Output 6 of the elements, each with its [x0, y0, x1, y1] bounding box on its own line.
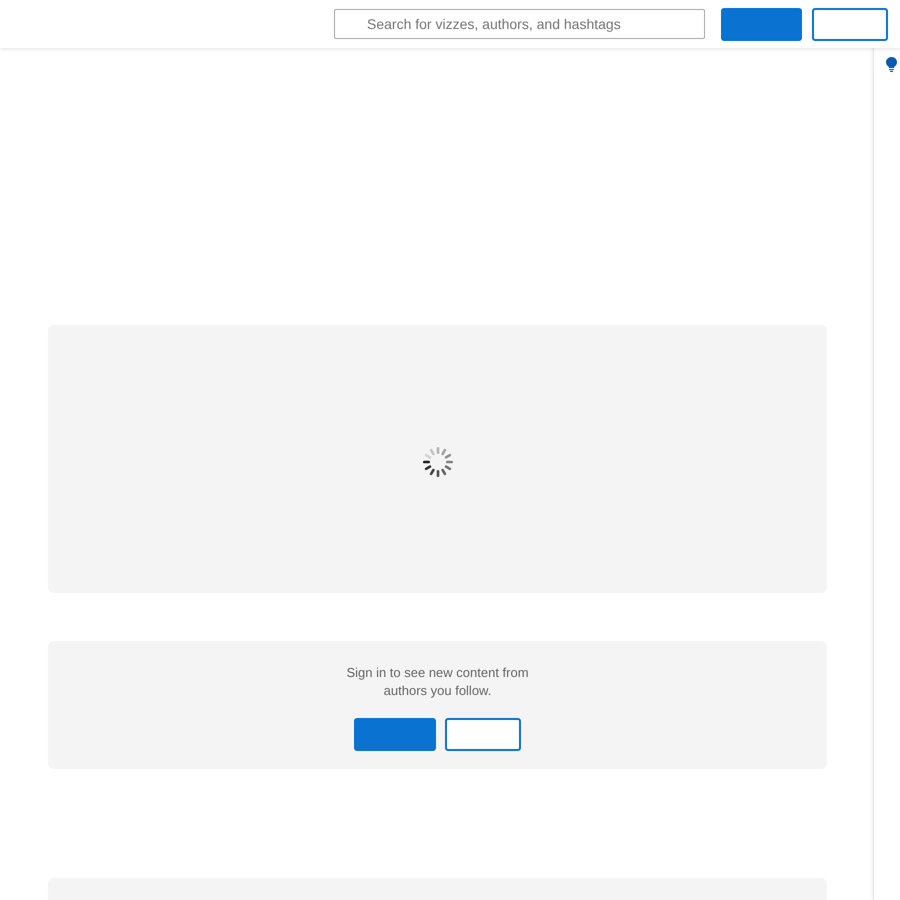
outline-button[interactable]: [812, 8, 888, 40]
outline-button[interactable]: [445, 718, 521, 751]
sign-in-message: Sign in to see new content from authors you follow.: [345, 664, 530, 700]
search-field[interactable]: Search for vizzes, authors, and hashtags: [334, 9, 705, 39]
loading-spinner-icon: [422, 447, 452, 477]
lightbulb-icon[interactable]: [886, 57, 896, 72]
